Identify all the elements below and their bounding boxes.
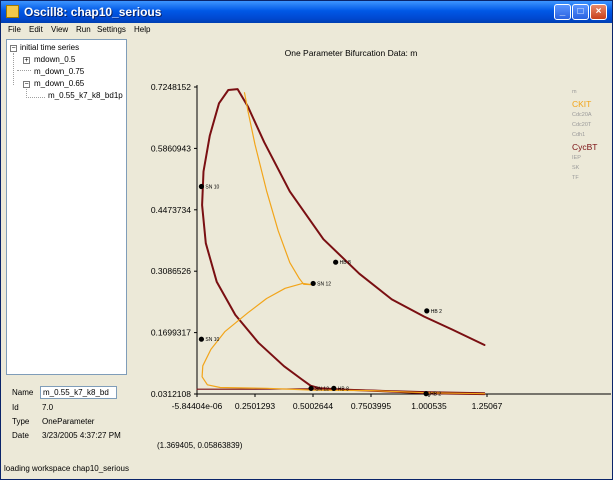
name-field[interactable] [40,386,117,399]
legend-entry: CycBT [572,142,598,152]
x-tick-label: 0.7503995 [351,401,391,411]
chart-title: One Parameter Bifurcation Data: m [285,48,418,58]
app-window: Oscill8: chap10_serious _ □ × File Edit … [0,0,613,480]
y-tick-label: 0.7248152 [151,82,191,92]
legend-entry: Cdh1 [572,132,585,138]
menu-help[interactable]: Help [134,25,150,34]
menu-run[interactable]: Run [76,25,91,34]
tree-node-m-0-55[interactable]: m_0.55_k7_k8_bd1p [48,91,123,100]
bifurcation-point [198,183,205,190]
id-value: 7.0 [42,403,54,412]
status-bar: loading workspace chap10_serious [4,464,129,473]
workspace-tree[interactable]: − initial time series + mdown_0.5 m_down… [6,39,127,375]
bifurcation-point [310,280,316,287]
tree-line [13,53,14,85]
bifurcation-point-label: SN 12 [315,386,329,392]
legend-entry: Cdc20T [572,122,592,128]
bifurcation-point-label: SN 12 [317,281,331,287]
close-button[interactable]: × [590,4,607,20]
y-tick-label: 0.4473734 [151,205,191,215]
bifurcation-point [308,385,314,391]
tree-collapse-toggle[interactable]: − [10,45,17,52]
bifurcation-point [424,308,430,314]
tree-line [17,70,31,71]
menu-edit[interactable]: Edit [29,25,43,34]
tree-node-m-down-0-75[interactable]: m_down_0.75 [34,67,84,76]
bifurcation-point-label: SN 10 [205,185,219,191]
tree-expand-toggle[interactable]: + [23,57,30,64]
bifurcation-point [333,259,339,265]
type-label: Type [12,417,30,426]
title-bar[interactable]: Oscill8: chap10_serious _ □ × [1,1,612,23]
tree-node-mdown-0-5[interactable]: mdown_0.5 [34,55,75,64]
bifurcation-point-label: HB 8 [340,260,351,266]
coordinate-readout: (1.369405, 0.05863839) [157,441,243,450]
curve-series [201,92,486,395]
x-tick-label: 1.25067 [472,401,503,411]
y-tick-label: 0.5860943 [151,143,191,153]
maximize-button[interactable]: □ [572,4,589,20]
date-value: 3/23/2005 4:37:27 PM [42,431,121,440]
bifurcation-point-label: SN 10 [205,337,219,343]
plot-area[interactable]: One Parameter Bifurcation Data: m 0.7248… [131,39,612,459]
date-label: Date [12,431,29,440]
menu-file[interactable]: File [8,25,21,34]
bifurcation-point [331,385,337,391]
bifurcation-point-label: HB 2 [430,392,441,398]
bifurcation-point-label: HB 2 [431,309,442,315]
bifurcation-point-label: HB 8 [338,386,349,392]
menu-view[interactable]: View [51,25,68,34]
y-tick-label: 0.3086526 [151,266,191,276]
minimize-button[interactable]: _ [554,4,571,20]
tree-collapse-toggle[interactable]: − [23,81,30,88]
x-tick-label: -5.84404e-06 [172,401,223,411]
legend-entry: SK [572,165,580,171]
y-tick-label: 0.0312108 [151,389,191,399]
type-value: OneParameter [42,417,95,426]
tree-node-root[interactable]: initial time series [20,43,79,52]
legend-entry: IEP [572,155,581,161]
bifurcation-point [198,336,205,342]
bifurcation-point [423,391,429,397]
tree-line [26,97,45,98]
x-tick-label: 1.000535 [411,401,447,411]
y-tick-label: 0.1699317 [151,328,191,338]
id-label: Id [12,403,19,412]
curve-series [201,88,486,396]
x-tick-label: 0.2501293 [235,401,275,411]
x-tick-label: 0.5002644 [293,401,333,411]
name-label: Name [12,388,34,397]
tree-node-m-down-0-65[interactable]: m_down_0.65 [34,79,84,88]
legend-entry: TF [572,175,579,181]
menu-bar: File Edit View Run Settings Help [1,23,612,38]
legend-entry: CKIT [572,99,591,109]
bifurcation-chart[interactable]: One Parameter Bifurcation Data: m 0.7248… [131,39,612,459]
legend-entry: Cdc20A [572,112,592,118]
legend-entry: m [572,89,577,95]
app-icon [6,5,19,18]
menu-settings[interactable]: Settings [97,25,126,34]
window-title: Oscill8: chap10_serious [24,5,162,19]
